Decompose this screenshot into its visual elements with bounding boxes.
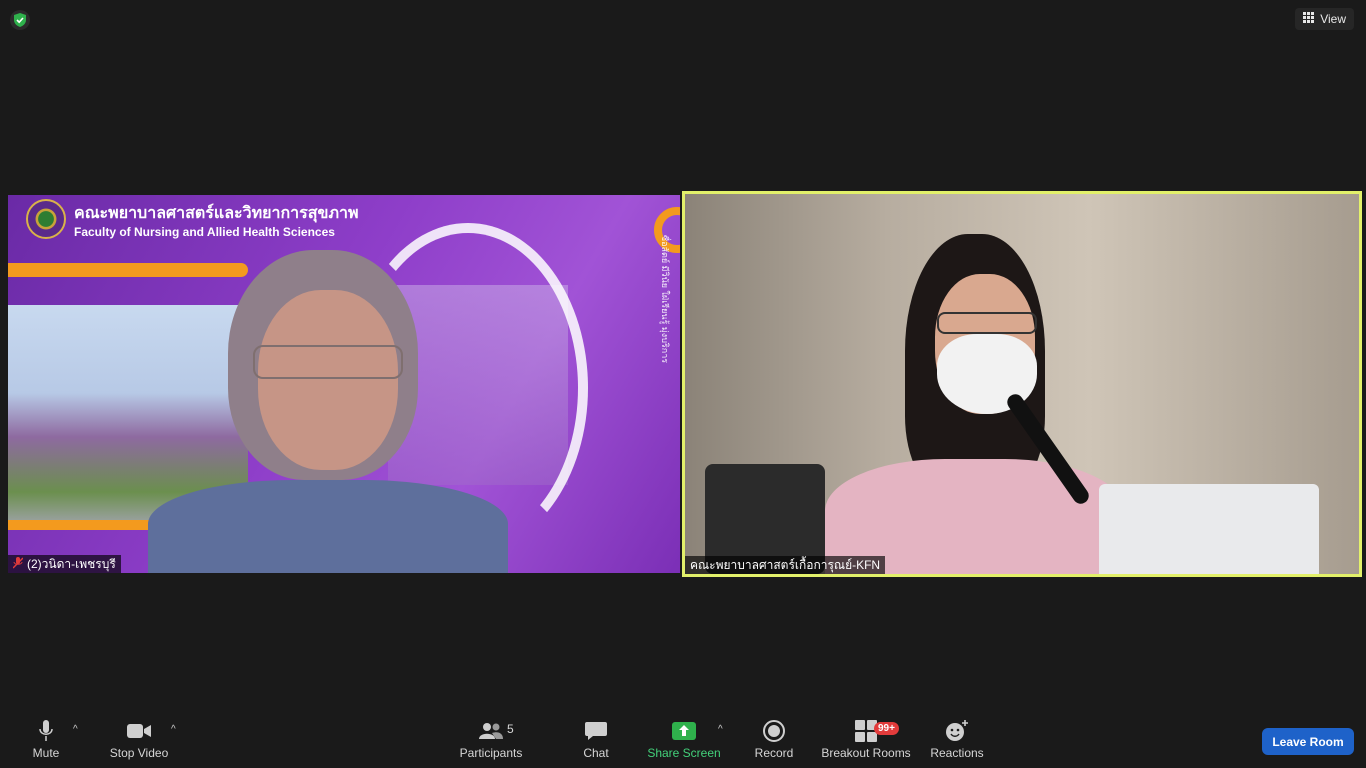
leave-room-button[interactable]: Leave Room [1262, 728, 1354, 755]
meeting-toolbar: Mute ^ Stop Video ^ Participants 5 Chat … [0, 712, 1366, 768]
breakout-rooms-button[interactable]: Breakout Rooms [820, 712, 912, 768]
grid-icon [1303, 12, 1315, 26]
breakout-rooms-label: Breakout Rooms [821, 746, 911, 760]
security-shield-icon[interactable] [10, 10, 30, 30]
participant-name: (2)วนิดา-เพชรบุรี [27, 556, 116, 571]
video-tile-active-speaker[interactable]: คณะพยาบาลศาสตร์เกื้อการุณย์-KFN [682, 191, 1362, 577]
share-options-caret-icon[interactable]: ^ [718, 724, 723, 735]
share-screen-label: Share Screen [647, 746, 721, 760]
faculty-logo [26, 199, 66, 239]
participants-count: 5 [507, 722, 514, 736]
microphone-icon [39, 720, 53, 742]
reactions-button[interactable]: Reactions [928, 712, 986, 768]
participant-name: คณะพยาบาลศาสตร์เกื้อการุณย์-KFN [690, 557, 881, 572]
record-label: Record [754, 746, 794, 760]
view-button[interactable]: View [1295, 8, 1354, 30]
participants-label: Participants [459, 746, 523, 760]
chat-label: Chat [583, 746, 609, 760]
participant-name-tag: คณะพยาบาลศาสตร์เกื้อการุณย์-KFN [685, 556, 886, 574]
participants-icon [478, 720, 504, 742]
background-laptop [1099, 484, 1319, 574]
breakout-badge: 99+ [874, 722, 899, 735]
video-camera-icon [127, 720, 151, 742]
mute-label: Mute [32, 746, 60, 760]
record-button[interactable]: Record [752, 712, 796, 768]
share-screen-arrow-icon [672, 720, 696, 742]
smiley-plus-icon [945, 720, 969, 742]
participant-video [825, 234, 1125, 574]
reactions-label: Reactions [930, 746, 984, 760]
stop-video-button[interactable]: Stop Video [108, 712, 170, 768]
banner-title-thai: คณะพยาบาลศาสตร์และวิทยาการสุขภาพ [74, 205, 359, 222]
stop-video-label: Stop Video [109, 746, 169, 760]
participant-video [148, 250, 508, 573]
banner-vertical-text: ซื่อสัตย์ มีวินัย ใฝ่เรียนรู้ มุ่งบริการ [660, 235, 670, 364]
banner-title-english: Faculty of Nursing and Allied Health Sci… [74, 225, 335, 239]
mic-muted-icon [12, 556, 24, 572]
video-tile-participant-1[interactable]: คณะพยาบาลศาสตร์และวิทยาการสุขภาพ Faculty… [8, 195, 680, 573]
chat-button[interactable]: Chat [580, 712, 612, 768]
record-icon [763, 720, 785, 742]
audio-options-caret-icon[interactable]: ^ [73, 724, 78, 735]
share-screen-button[interactable]: Share Screen [647, 712, 721, 768]
video-options-caret-icon[interactable]: ^ [171, 724, 176, 735]
view-label: View [1320, 12, 1346, 26]
participants-button[interactable]: Participants [458, 712, 524, 768]
mute-button[interactable]: Mute [30, 712, 62, 768]
chat-bubble-icon [585, 720, 607, 742]
participant-name-tag: (2)วนิดา-เพชรบุรี [8, 555, 121, 573]
